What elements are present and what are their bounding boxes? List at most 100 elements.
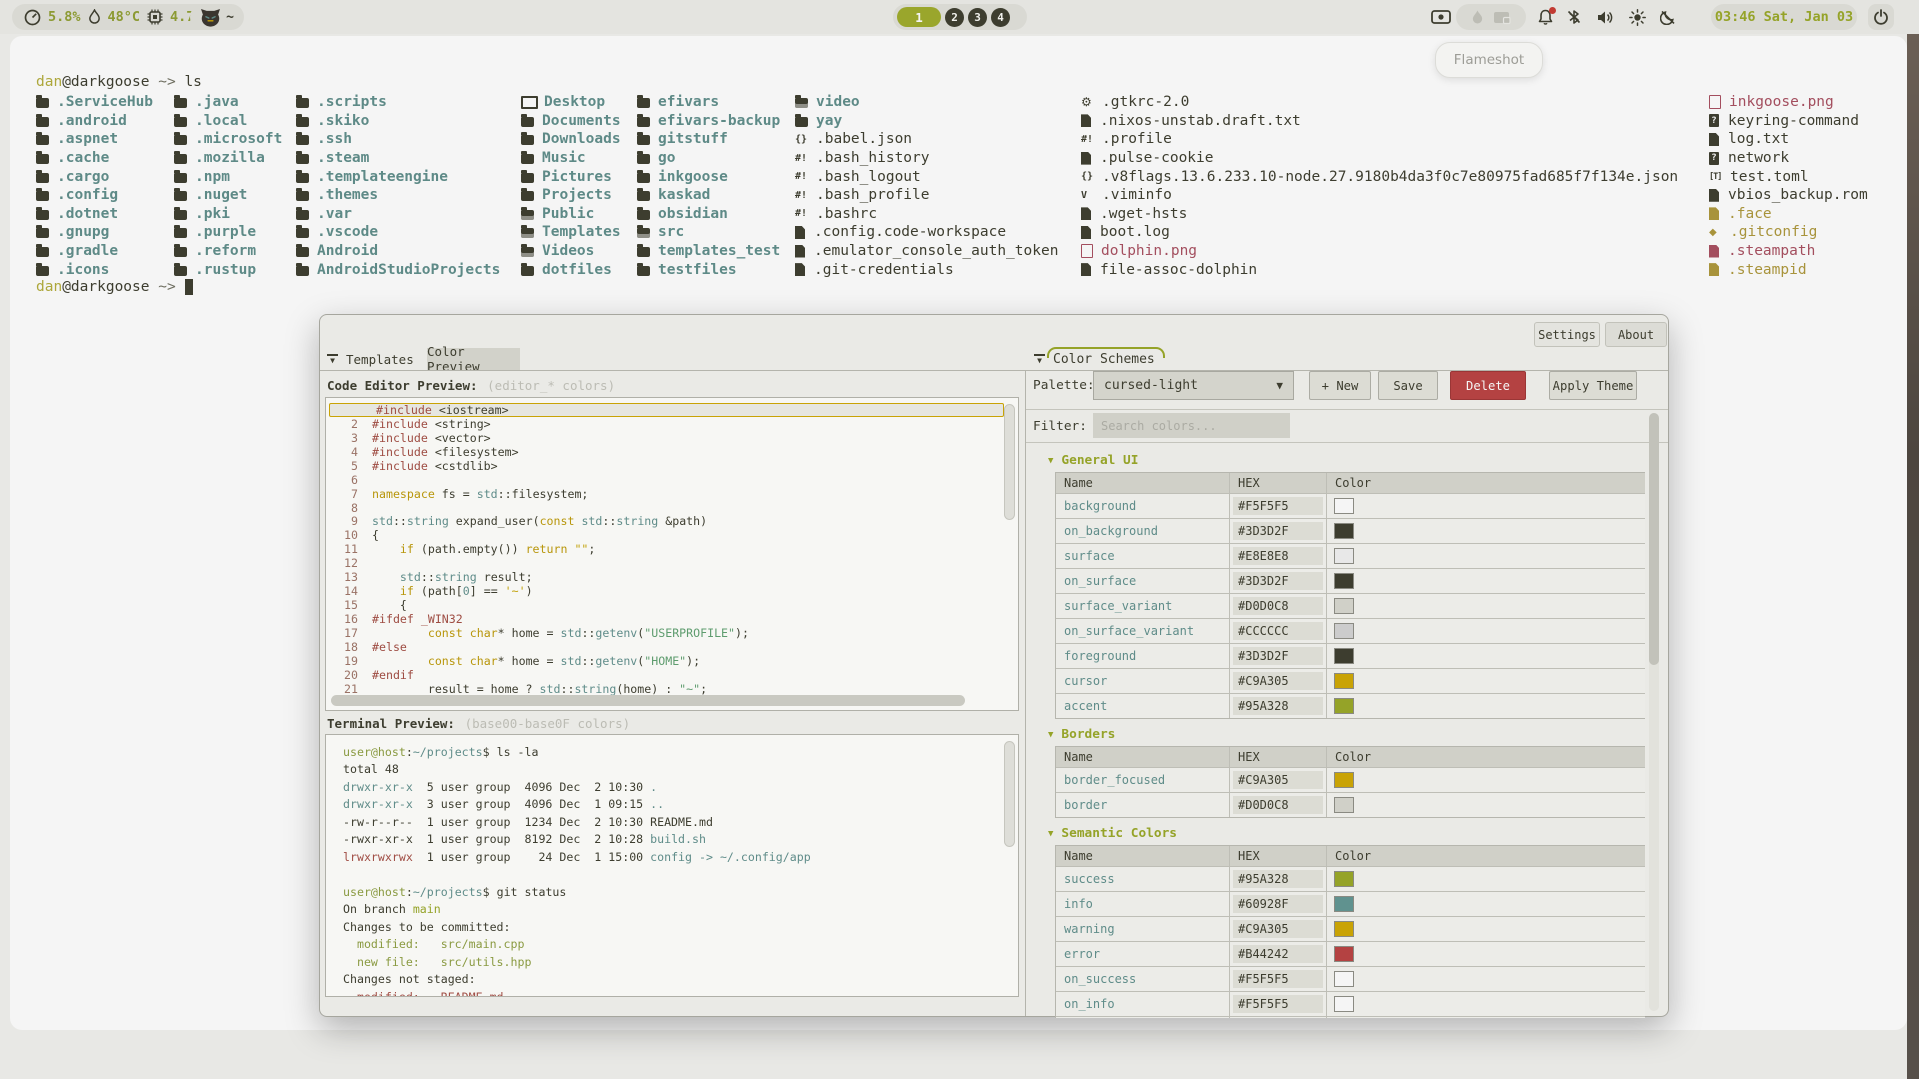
hex-value[interactable]: #D0D0C8 [1233, 796, 1323, 814]
hex-value[interactable]: #B44242 [1233, 945, 1323, 963]
apply-theme-button[interactable]: Apply Theme [1549, 371, 1637, 400]
terminal-cursor [185, 279, 193, 295]
workspace-3[interactable]: 3 [968, 8, 987, 27]
line-number: 14 [326, 584, 372, 598]
power-icon[interactable] [1868, 4, 1894, 30]
scheme-scrollbar-thumb[interactable] [1649, 413, 1659, 665]
color-swatch[interactable] [1334, 896, 1354, 912]
screencast-icon[interactable] [1428, 4, 1454, 30]
code-vertical-scrollbar[interactable] [1004, 404, 1015, 520]
workspace-4[interactable]: 4 [991, 8, 1010, 27]
file-name: .pki [195, 206, 230, 222]
color-swatch[interactable] [1334, 946, 1354, 962]
tab-color-preview[interactable]: Color Preview [427, 348, 520, 370]
collapse-icon[interactable]: ▼ [1034, 354, 1045, 365]
line-number: 16 [326, 612, 372, 626]
hex-value[interactable]: #C9A305 [1233, 672, 1323, 690]
hex-value[interactable]: #E8E8E8 [1233, 547, 1323, 565]
clock[interactable]: 03:46 Sat, Jan 03 [1711, 4, 1857, 30]
app-indicator[interactable]: ~ [190, 4, 244, 30]
color-swatch[interactable] [1334, 523, 1354, 539]
terminal-vertical-scrollbar[interactable] [1004, 741, 1015, 847]
folder-icon [36, 173, 49, 183]
code-line: 3#include <vector> [326, 431, 1018, 445]
hex-value[interactable]: #CCCCCC [1233, 622, 1323, 640]
volume-icon[interactable] [1592, 4, 1618, 30]
palette-dropdown[interactable]: cursed-light ▼ [1093, 371, 1294, 400]
tab-templates[interactable]: Templates [346, 352, 414, 367]
column-header: Name [1056, 747, 1229, 767]
color-swatch[interactable] [1334, 698, 1354, 714]
hex-value[interactable]: #F5F5F5 [1233, 995, 1323, 1013]
section-title[interactable]: ▼General UI [1048, 453, 1645, 468]
folder-icon [174, 210, 187, 220]
color-swatch[interactable] [1334, 623, 1354, 639]
file-entry: .pulse-cookie [1081, 149, 1678, 168]
brightness-icon[interactable] [1624, 4, 1650, 30]
hex-value[interactable]: #95A328 [1233, 697, 1323, 715]
night-light-off-icon[interactable] [1655, 4, 1681, 30]
code-horizontal-scrollbar[interactable] [331, 695, 965, 706]
color-swatch[interactable] [1334, 996, 1354, 1012]
hex-value[interactable]: #C9A305 [1233, 771, 1323, 789]
color-name: border [1056, 793, 1229, 817]
workspace-1[interactable]: 1 [897, 7, 941, 27]
tray-flame-icon[interactable] [1471, 10, 1484, 25]
chevron-down-icon: ▼ [1276, 379, 1283, 392]
file-entry: .steam [296, 149, 500, 168]
hex-value[interactable]: #60928F [1233, 895, 1323, 913]
color-swatch[interactable] [1334, 871, 1354, 887]
color-swatch[interactable] [1334, 573, 1354, 589]
delete-button[interactable]: Delete [1450, 371, 1526, 400]
color-row: surface#E8E8E8 [1056, 543, 1645, 568]
color-swatch[interactable] [1334, 772, 1354, 788]
file-entry: .rustup [174, 260, 282, 279]
section-title[interactable]: ▼Semantic Colors [1048, 826, 1645, 841]
screenshot-tray-group[interactable] [1456, 4, 1526, 30]
hex-value[interactable]: #D0D0C8 [1233, 597, 1323, 615]
hex-value[interactable]: #C9A305 [1233, 920, 1323, 938]
code-line: 18#else [326, 640, 1018, 654]
new-button[interactable]: + New [1309, 371, 1371, 400]
hex-value[interactable]: #3D3D2F [1233, 647, 1323, 665]
hex-value[interactable]: #F5F5F5 [1233, 497, 1323, 515]
question-icon [1709, 152, 1719, 165]
terminal-preview-line: drwxr-xr-x 5 user group 4096 Dec 2 10:30… [343, 778, 1018, 796]
color-swatch[interactable] [1334, 648, 1354, 664]
settings-button[interactable]: Settings [1534, 322, 1600, 347]
tray-screenshot-icon[interactable] [1493, 10, 1511, 25]
section-title[interactable]: ▼Borders [1048, 727, 1645, 742]
theme-editor-dialog: Settings About ▼ Templates Color Preview… [319, 314, 1669, 1017]
collapse-icon[interactable]: ▼ [327, 354, 338, 365]
hex-value[interactable]: #F5F5F5 [1233, 970, 1323, 988]
terminal-preview-line: new file: src/utils.hpp [343, 953, 1018, 971]
color-swatch[interactable] [1334, 971, 1354, 987]
save-button[interactable]: Save [1378, 371, 1438, 400]
color-swatch[interactable] [1334, 921, 1354, 937]
filter-input[interactable] [1093, 413, 1290, 438]
json-icon [1081, 171, 1098, 182]
color-swatch[interactable] [1334, 797, 1354, 813]
file-name: .profile [1102, 131, 1172, 147]
bell-icon[interactable] [1532, 4, 1558, 30]
file-entry: .vscode [296, 223, 500, 242]
bluetooth-off-icon[interactable] [1561, 4, 1587, 30]
hex-value[interactable]: #3D3D2F [1233, 522, 1323, 540]
file-entry: .purple [174, 223, 282, 242]
color-swatch[interactable] [1334, 673, 1354, 689]
color-swatch[interactable] [1334, 598, 1354, 614]
system-stats[interactable]: 5.8% 48°C 4.7G [12, 4, 215, 30]
about-button[interactable]: About [1605, 322, 1667, 347]
filter-label: Filter: [1033, 419, 1087, 434]
file-name: .steam [317, 150, 369, 166]
file-name: Downloads [542, 131, 621, 147]
file-entry: .gitconfig [1709, 223, 1868, 242]
color-swatch[interactable] [1334, 498, 1354, 514]
color-swatch[interactable] [1334, 548, 1354, 564]
doc-icon [1709, 133, 1719, 146]
code-line: 15 { [326, 598, 1018, 612]
hex-value[interactable]: #3D3D2F [1233, 572, 1323, 590]
workspace-2[interactable]: 2 [945, 8, 964, 27]
hex-value[interactable]: #95A328 [1233, 870, 1323, 888]
divider [1026, 409, 1668, 410]
